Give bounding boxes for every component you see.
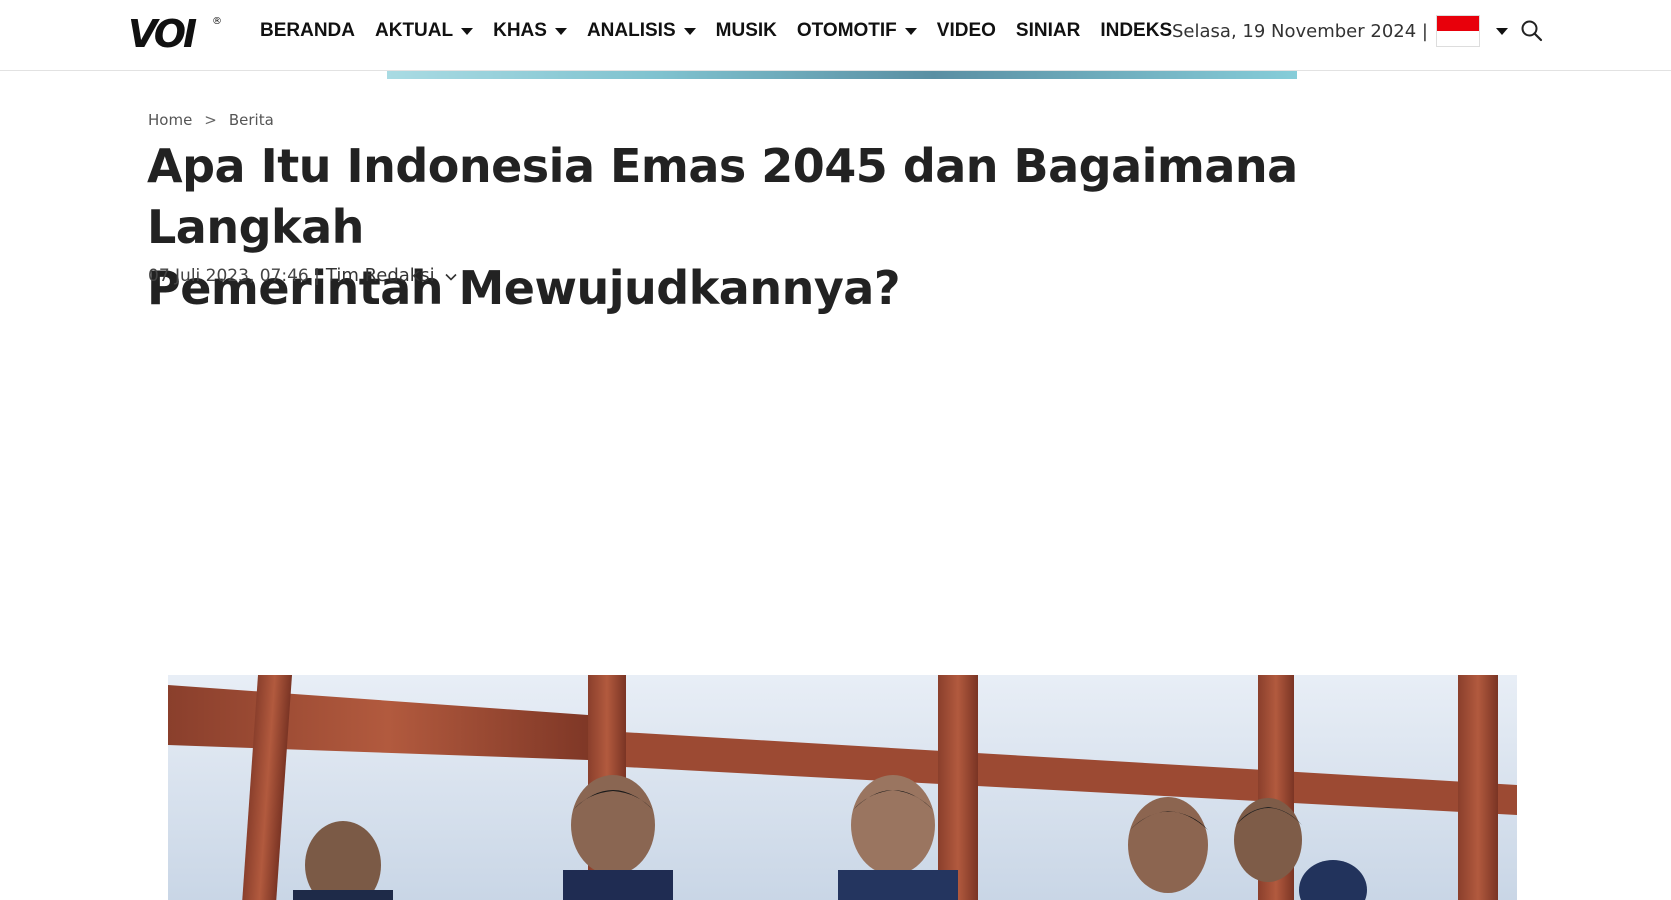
article-title: Apa Itu Indonesia Emas 2045 dan Bagaiman… — [147, 136, 1487, 319]
article-meta: 07 Juli 2023, 07:46 | Tim Redaksi — [148, 265, 457, 286]
language-caret-down-icon[interactable] — [1495, 27, 1508, 35]
caret-down-icon — [683, 27, 696, 35]
nav-indeks[interactable]: INDEKS — [1100, 20, 1172, 42]
breadcrumb-section[interactable]: Berita — [229, 111, 274, 129]
nav-label: VIDEO — [936, 20, 996, 41]
site-header: VOI ® BERANDA AKTUAL KHAS ANALISIS MUSIK… — [0, 0, 1671, 71]
search-icon[interactable] — [1519, 18, 1545, 44]
nav-label: OTOMOTIF — [796, 20, 897, 41]
nav-khas[interactable]: KHAS — [493, 20, 567, 42]
flag-red-band — [1436, 16, 1479, 31]
nav-label: MUSIK — [715, 20, 777, 41]
caret-down-icon — [461, 27, 474, 35]
nav-label: ANALISIS — [586, 20, 676, 41]
nav-label: AKTUAL — [375, 20, 454, 41]
advertisement-banner-strip[interactable] — [387, 71, 1297, 79]
nav-label: INDEKS — [1100, 20, 1173, 41]
hero-photo-illustration — [168, 675, 1517, 900]
breadcrumb-separator: > — [204, 111, 217, 129]
flag-white-band — [1436, 31, 1479, 46]
nav-beranda[interactable]: BERANDA — [260, 20, 355, 42]
nav-video[interactable]: VIDEO — [937, 20, 996, 42]
main-nav: BERANDA AKTUAL KHAS ANALISIS MUSIK OTOMO… — [260, 0, 1192, 62]
date-language-area: Selasa, 19 November 2024 | — [1172, 14, 1508, 48]
chevron-down-icon[interactable] — [445, 266, 457, 286]
caret-down-icon — [904, 27, 917, 35]
article-datetime: 07 Juli 2023, 07:46 | — [148, 265, 320, 286]
voi-logo[interactable]: VOI ® — [128, 12, 224, 56]
nav-label: SINIAR — [1015, 20, 1081, 41]
caret-down-icon — [554, 27, 567, 35]
breadcrumb-home[interactable]: Home — [148, 111, 192, 129]
current-date: Selasa, 19 November 2024 | — [1172, 20, 1428, 42]
nav-label: BERANDA — [260, 20, 355, 41]
title-line-1: Apa Itu Indonesia Emas 2045 dan Bagaiman… — [147, 139, 1298, 254]
article-hero-photo — [168, 675, 1517, 900]
breadcrumb: Home > Berita — [148, 111, 274, 129]
registered-mark: ® — [212, 16, 222, 27]
nav-otomotif[interactable]: OTOMOTIF — [797, 20, 917, 42]
nav-musik[interactable]: MUSIK — [716, 20, 777, 42]
nav-analisis[interactable]: ANALISIS — [587, 20, 696, 42]
nav-aktual[interactable]: AKTUAL — [375, 20, 474, 42]
nav-label: KHAS — [493, 20, 547, 41]
indonesia-flag-icon[interactable] — [1435, 15, 1480, 47]
article-author[interactable]: Tim Redaksi — [326, 265, 435, 286]
nav-siniar[interactable]: SINIAR — [1016, 20, 1080, 42]
logo-text: VOI — [128, 12, 197, 56]
